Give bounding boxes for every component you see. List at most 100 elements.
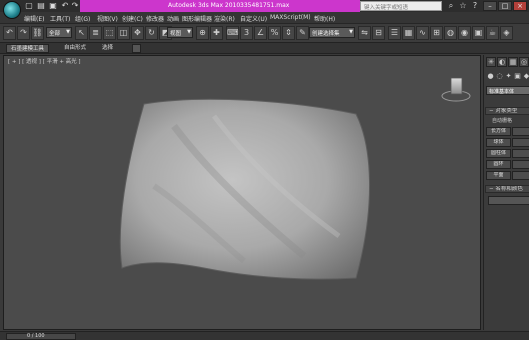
motion-tab-icon[interactable]: ◎ bbox=[519, 57, 529, 67]
object-name-input[interactable] bbox=[488, 196, 529, 205]
window-crossing-icon[interactable]: ◫ bbox=[117, 26, 130, 40]
open-file-icon[interactable]: ▤ bbox=[36, 1, 46, 11]
menu-create[interactable]: 创建(C) bbox=[122, 14, 143, 23]
ribbon-toggle-button[interactable] bbox=[132, 44, 141, 53]
rollout-toggle-icon: − bbox=[489, 108, 494, 114]
menu-maxscript[interactable]: MAXScript(M) bbox=[270, 14, 311, 21]
menu-customize[interactable]: 自定义(U) bbox=[240, 14, 267, 23]
rectangle-selection-icon[interactable]: ⬚ bbox=[103, 26, 116, 40]
rollout-object-type[interactable]: − 对象类型 bbox=[485, 107, 529, 115]
edit-named-selection-icon[interactable]: ✎ bbox=[296, 26, 309, 40]
cameras-icon[interactable]: ▣ bbox=[513, 72, 522, 81]
binoculars-icon[interactable]: ⌕ bbox=[446, 1, 456, 11]
cylinder-button[interactable]: 圆柱体 bbox=[486, 149, 511, 158]
category-dropdown[interactable]: 标准基本体 bbox=[486, 86, 529, 95]
ribbon-bar: 石墨建模工具 自由形式 选择 bbox=[0, 43, 529, 54]
rollout-name-color-label: 名称和颜色 bbox=[495, 186, 523, 192]
box-button[interactable]: 长方体 bbox=[486, 127, 511, 136]
menu-rendering[interactable]: 渲染(R) bbox=[214, 14, 235, 23]
material-editor-icon[interactable]: ◍ bbox=[444, 26, 457, 40]
plane-button[interactable]: 平面 bbox=[486, 171, 511, 180]
render-setup-icon[interactable]: ◉ bbox=[458, 26, 471, 40]
helpers-icon[interactable]: ◆ bbox=[522, 72, 529, 81]
close-button[interactable]: × bbox=[513, 1, 527, 11]
menu-graph-editors[interactable]: 图形编辑器 bbox=[182, 14, 212, 23]
reference-coord-value: 视图 bbox=[170, 31, 182, 37]
time-slider-value: 0 / 100 bbox=[27, 333, 45, 339]
link-icon[interactable]: ⛓ bbox=[31, 26, 44, 40]
chevron-down-icon: ▼ bbox=[349, 29, 353, 35]
teapot-button[interactable] bbox=[512, 171, 529, 180]
maximize-button[interactable]: □ bbox=[498, 1, 512, 11]
hierarchy-tab-icon[interactable]: ▦ bbox=[508, 57, 518, 67]
viewcube-icon[interactable] bbox=[441, 77, 471, 102]
3dsmax-logo-icon[interactable] bbox=[3, 1, 21, 19]
menu-group[interactable]: 组(G) bbox=[75, 14, 90, 23]
tube-button[interactable] bbox=[512, 149, 529, 158]
tab-graphite-modeling[interactable]: 石墨建模工具 bbox=[6, 44, 50, 53]
torus-button[interactable]: 圆环 bbox=[486, 160, 511, 169]
move-icon[interactable]: ✥ bbox=[131, 26, 144, 40]
minimize-button[interactable]: – bbox=[483, 1, 497, 11]
modify-tab-icon[interactable]: ◐ bbox=[497, 57, 507, 67]
title-center: Autodesk 3ds Max 2010 335481751.max bbox=[80, 0, 360, 12]
select-manipulate-icon[interactable]: ✚ bbox=[210, 26, 223, 40]
rendered-frame-icon[interactable]: ▣ bbox=[472, 26, 485, 40]
menu-tools[interactable]: 工具(T) bbox=[50, 14, 70, 23]
chevron-down-icon: ▼ bbox=[187, 29, 191, 35]
autogrid-label: 自动栅格 bbox=[492, 118, 513, 124]
undo-icon[interactable]: ↶ bbox=[60, 1, 70, 11]
create-tab-icon[interactable]: ✳ bbox=[486, 57, 496, 67]
help-icon[interactable]: ? bbox=[470, 1, 480, 11]
search-input[interactable]: 键入关键字或短语 bbox=[360, 1, 442, 11]
cone-button[interactable] bbox=[512, 127, 529, 136]
title-bar: Autodesk 3ds Max 2010 335481751.max ▢ ▤ … bbox=[0, 0, 529, 12]
selection-filter-dropdown[interactable]: 全部 ▼ bbox=[46, 27, 72, 38]
quick-render-icon[interactable]: ◈ bbox=[500, 26, 513, 40]
save-file-icon[interactable]: ▣ bbox=[48, 1, 58, 11]
star-icon[interactable]: ☆ bbox=[458, 1, 468, 11]
pyramid-button[interactable] bbox=[512, 160, 529, 169]
redo-icon[interactable]: ↷ bbox=[70, 1, 80, 11]
align-icon[interactable]: ⊟ bbox=[372, 26, 385, 40]
new-file-icon[interactable]: ▢ bbox=[24, 1, 34, 11]
menu-views[interactable]: 视图(V) bbox=[97, 14, 118, 23]
percent-snap-icon[interactable]: % bbox=[268, 26, 281, 40]
redo-icon[interactable]: ↷ bbox=[17, 26, 30, 40]
geosphere-button[interactable] bbox=[512, 138, 529, 147]
select-by-name-icon[interactable]: ≣ bbox=[89, 26, 102, 40]
layer-manager-icon[interactable]: ☰ bbox=[388, 26, 401, 40]
lights-icon[interactable]: ✦ bbox=[504, 72, 513, 81]
menu-modifiers[interactable]: 修改器 bbox=[146, 14, 164, 23]
named-selection-dropdown[interactable]: 创建选择集 ▼ bbox=[309, 27, 355, 38]
shapes-icon[interactable]: ◌ bbox=[495, 72, 504, 81]
menu-animation[interactable]: 动画 bbox=[167, 14, 179, 23]
geometry-icon[interactable]: ● bbox=[486, 72, 495, 81]
angle-snap-icon[interactable]: ∠ bbox=[254, 26, 267, 40]
snap-toggle-icon[interactable]: 3 bbox=[240, 26, 253, 40]
tab-freeform[interactable]: 自由形式 bbox=[60, 44, 90, 53]
undo-icon[interactable]: ↶ bbox=[3, 26, 16, 40]
rotate-icon[interactable]: ↻ bbox=[145, 26, 158, 40]
pivot-center-icon[interactable]: ⊕ bbox=[196, 26, 209, 40]
menu-help[interactable]: 帮助(H) bbox=[314, 14, 335, 23]
tab-selection[interactable]: 选择 bbox=[98, 44, 117, 53]
render-production-icon[interactable]: ☕ bbox=[486, 26, 499, 40]
select-object-icon[interactable]: ↖ bbox=[75, 26, 88, 40]
sphere-button[interactable]: 球体 bbox=[486, 138, 511, 147]
menu-edit[interactable]: 编辑(E) bbox=[24, 14, 44, 23]
keyboard-shortcut-icon[interactable]: ⌨ bbox=[226, 26, 239, 40]
rollout-name-color[interactable]: − 名称和颜色 bbox=[485, 185, 529, 193]
curve-editor-icon[interactable]: ∿ bbox=[416, 26, 429, 40]
main-toolbar: ↶ ↷ ⛓ 全部 ▼ ↖ ≣ ⬚ ◫ ✥ ↻ ◩ 视图 ▼ ⊕ ✚ ⌨ 3 ∠ % … bbox=[0, 24, 529, 43]
viewport-canvas bbox=[119, 77, 471, 280]
file-name: 335481751.max bbox=[240, 2, 290, 9]
time-slider[interactable]: 0 / 100 bbox=[6, 333, 76, 340]
viewport-label[interactable]: [ + ] [ 透视 ] [ 平滑 + 高光 ] bbox=[8, 57, 81, 65]
perspective-viewport[interactable]: [ + ] [ 透视 ] [ 平滑 + 高光 ] bbox=[3, 55, 481, 330]
schematic-view-icon[interactable]: ⊞ bbox=[430, 26, 443, 40]
mirror-icon[interactable]: ⇋ bbox=[358, 26, 371, 40]
reference-coord-dropdown[interactable]: 视图 ▼ bbox=[167, 27, 193, 38]
graphite-tools-icon[interactable]: ▦ bbox=[402, 26, 415, 40]
spinner-snap-icon[interactable]: ⇕ bbox=[282, 26, 295, 40]
